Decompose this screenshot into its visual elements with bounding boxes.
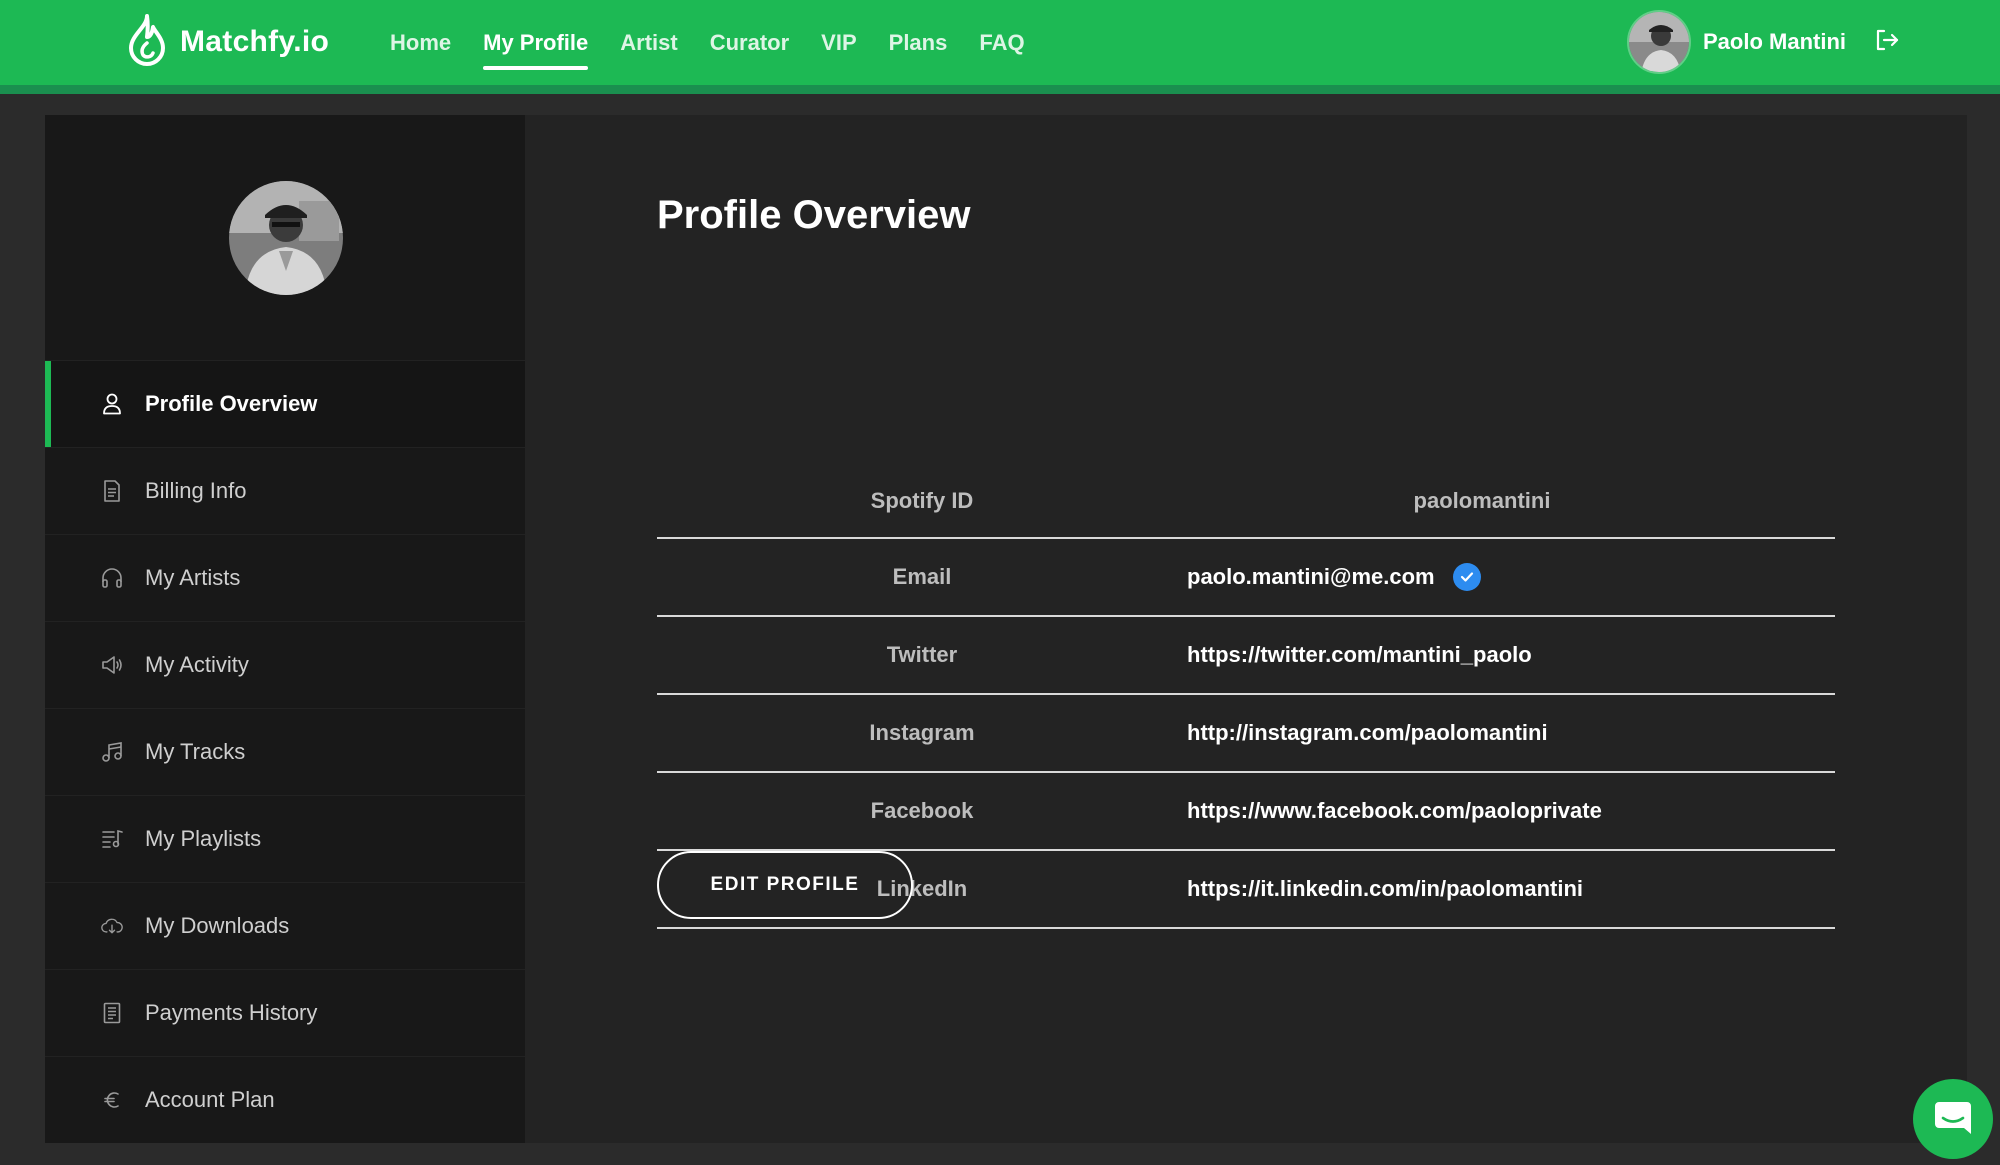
brand-logo[interactable]: Matchfy.io <box>126 12 329 72</box>
twitter-label: Twitter <box>886 642 958 667</box>
table-row: Email paolo.mantini@me.com <box>657 539 1835 617</box>
user-icon <box>101 393 123 415</box>
table-row: Instagram http://instagram.com/paolomant… <box>657 695 1835 773</box>
spotify-id-text: paolomantini <box>1413 488 1551 513</box>
sidebar-item-my-downloads[interactable]: My Downloads <box>45 882 525 969</box>
chat-launcher-button[interactable] <box>1913 1079 1993 1159</box>
twitter-url[interactable]: https://twitter.com/mantini_paolo <box>1187 642 1532 668</box>
main-nav: Home My Profile Artist Curator VIP Plans… <box>390 0 1025 85</box>
sidebar-item-account-plan[interactable]: Account Plan <box>45 1056 525 1143</box>
spotify-id-value: paolomantini <box>1187 488 1777 514</box>
sidebar-menu: Profile Overview Billing Info My Artists <box>45 360 525 1143</box>
linkedin-value: https://it.linkedin.com/in/paolomantini <box>1187 876 1583 902</box>
sidebar-item-my-activity[interactable]: My Activity <box>45 621 525 708</box>
sidebar-item-label: Account Plan <box>145 1087 275 1112</box>
sidebar-item-label: My Artists <box>145 565 241 590</box>
sidebar-item-my-artists[interactable]: My Artists <box>45 534 525 621</box>
facebook-label: Facebook <box>870 798 974 823</box>
brand-name: Matchfy.io <box>180 25 330 58</box>
sidebar-item-label: My Downloads <box>145 913 290 938</box>
facebook-url[interactable]: https://www.facebook.com/paoloprivate <box>1187 798 1602 824</box>
user-menu[interactable]: Paolo Mantini <box>1627 10 1900 74</box>
sidebar-item-label: My Playlists <box>145 826 262 851</box>
sidebar-item-profile-overview[interactable]: Profile Overview <box>45 360 525 447</box>
cloud-download-icon <box>101 915 123 937</box>
sidebar-item-label: Payments History <box>145 1000 318 1025</box>
instagram-value: http://instagram.com/paolomantini <box>1187 720 1548 746</box>
page-bottom-strip <box>0 1143 2000 1165</box>
profile-avatar <box>229 181 343 295</box>
profile-overview-panel: Profile Overview Spotify ID paolomantini… <box>525 115 1967 1143</box>
megaphone-icon <box>101 654 123 676</box>
email-label: Email <box>892 564 952 589</box>
edit-profile-button[interactable]: EDIT PROFILE <box>657 851 913 919</box>
sidebar-item-my-playlists[interactable]: My Playlists <box>45 795 525 882</box>
instagram-label: Instagram <box>869 720 975 745</box>
sidebar-item-billing-info[interactable]: Billing Info <box>45 447 525 534</box>
page-title: Profile Overview <box>657 193 971 237</box>
music-note-icon <box>101 741 123 763</box>
email-text: paolo.mantini@me.com <box>1187 564 1435 589</box>
nav-faq[interactable]: FAQ <box>979 20 1024 66</box>
topbar-accent-stripe <box>0 85 2000 94</box>
profile-sidebar: Profile Overview Billing Info My Artists <box>45 115 525 1143</box>
chat-icon <box>1933 1098 1973 1141</box>
spotify-id-label: Spotify ID <box>870 488 974 513</box>
sidebar-item-label: Profile Overview <box>145 391 318 416</box>
receipt-icon <box>101 1002 123 1024</box>
sidebar-item-payments-history[interactable]: Payments History <box>45 969 525 1056</box>
flame-drop-logo-icon <box>126 13 168 72</box>
verified-check-icon <box>1452 563 1481 591</box>
avatar[interactable] <box>1627 10 1691 74</box>
facebook-value: https://www.facebook.com/paoloprivate <box>1187 798 1602 824</box>
table-row: Facebook https://www.facebook.com/paolop… <box>657 773 1835 851</box>
headphones-icon <box>101 567 123 589</box>
sidebar-item-label: My Activity <box>145 652 249 677</box>
email-value: paolo.mantini@me.com <box>1187 563 1481 591</box>
top-navigation-bar: Matchfy.io Home My Profile Artist Curato… <box>0 0 2000 85</box>
playlist-icon <box>101 828 123 850</box>
nav-my-profile[interactable]: My Profile <box>483 20 589 70</box>
nav-vip[interactable]: VIP <box>821 20 856 66</box>
linkedin-url[interactable]: https://it.linkedin.com/in/paolomantini <box>1187 876 1583 902</box>
nav-plans[interactable]: Plans <box>889 20 948 66</box>
sidebar-item-label: Billing Info <box>145 478 247 503</box>
logout-icon[interactable] <box>1874 28 1900 57</box>
table-row: Twitter https://twitter.com/mantini_paol… <box>657 617 1835 695</box>
table-row: Spotify ID paolomantini <box>657 465 1835 539</box>
nav-home[interactable]: Home <box>390 20 451 66</box>
twitter-value: https://twitter.com/mantini_paolo <box>1187 642 1532 668</box>
sidebar-item-my-tracks[interactable]: My Tracks <box>45 708 525 795</box>
sidebar-item-label: My Tracks <box>145 739 246 764</box>
document-icon <box>101 480 123 502</box>
euro-icon <box>101 1089 123 1111</box>
instagram-url[interactable]: http://instagram.com/paolomantini <box>1187 720 1548 746</box>
user-name: Paolo Mantini <box>1703 29 1846 54</box>
nav-artist[interactable]: Artist <box>620 20 677 66</box>
nav-curator[interactable]: Curator <box>710 20 789 66</box>
